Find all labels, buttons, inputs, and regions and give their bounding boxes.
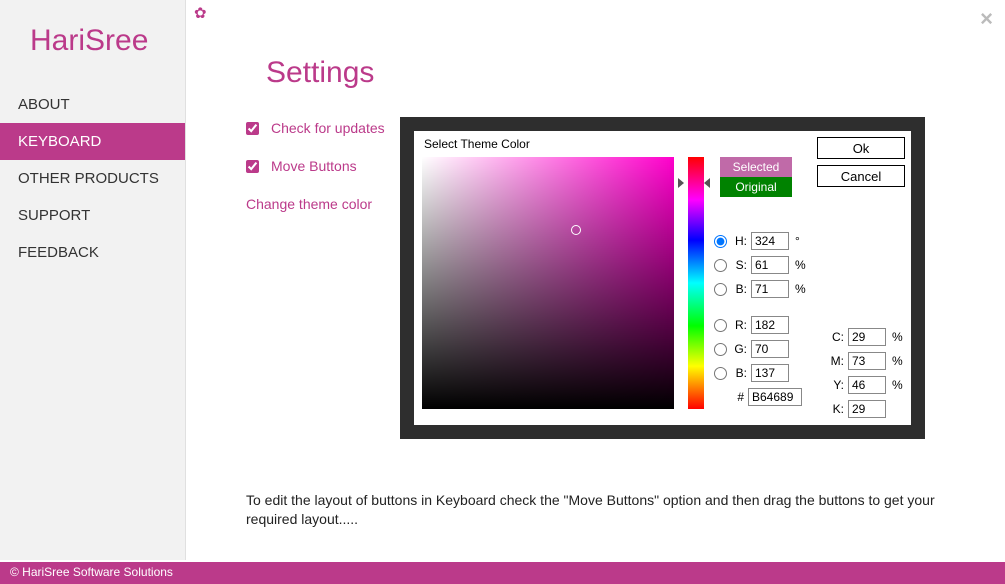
g-input[interactable]	[751, 340, 789, 358]
s-input[interactable]	[751, 256, 789, 274]
settings-title: Settings	[266, 56, 985, 90]
cmyk-fields: C: % M: % Y: % K:	[828, 327, 904, 423]
sv-cursor-icon	[571, 225, 581, 235]
hue-strip[interactable]	[688, 157, 704, 409]
g-label: G:	[731, 342, 747, 356]
y-suffix: %	[892, 378, 904, 392]
help-text: To edit the layout of buttons in Keyboar…	[246, 491, 965, 530]
app-logo: HariSree	[0, 8, 185, 86]
b-input[interactable]	[751, 280, 789, 298]
hue-pointer-left-icon	[678, 178, 684, 188]
bl-radio[interactable]	[714, 367, 727, 380]
original-swatch: Original	[720, 177, 792, 197]
nav-feedback[interactable]: FEEDBACK	[0, 234, 185, 271]
c-input[interactable]	[848, 328, 886, 346]
bl-label: B:	[731, 366, 747, 380]
nav-other-products[interactable]: OTHER PRODUCTS	[0, 160, 185, 197]
hue-pointer-right-icon	[704, 178, 710, 188]
footer: © HariSree Software Solutions	[0, 562, 1005, 584]
cancel-button[interactable]: Cancel	[817, 165, 905, 187]
h-suffix: °	[795, 234, 807, 248]
change-theme-color-link[interactable]: Change theme color	[246, 196, 372, 212]
nav-keyboard[interactable]: KEYBOARD	[0, 123, 185, 160]
saturation-value-box[interactable]	[422, 157, 674, 409]
move-buttons-checkbox[interactable]	[246, 160, 259, 173]
color-picker-dialog: Select Theme Color Selected Original Ok …	[400, 117, 925, 439]
gear-icon[interactable]: ✿	[194, 4, 207, 22]
sidebar: HariSree ABOUT KEYBOARD OTHER PRODUCTS S…	[0, 0, 186, 560]
k-input[interactable]	[848, 400, 886, 418]
h-input[interactable]	[751, 232, 789, 250]
ok-button[interactable]: Ok	[817, 137, 905, 159]
hex-label: #	[728, 390, 744, 404]
r-input[interactable]	[751, 316, 789, 334]
hsb-rgb-fields: H: ° S: % B: % R:	[714, 231, 807, 411]
check-updates-checkbox[interactable]	[246, 122, 259, 135]
b-label: B:	[731, 282, 747, 296]
s-suffix: %	[795, 258, 807, 272]
y-label: Y:	[828, 378, 844, 392]
c-suffix: %	[892, 330, 904, 344]
bl-input[interactable]	[751, 364, 789, 382]
s-radio[interactable]	[714, 259, 727, 272]
y-input[interactable]	[848, 376, 886, 394]
m-input[interactable]	[848, 352, 886, 370]
r-radio[interactable]	[714, 319, 727, 332]
c-label: C:	[828, 330, 844, 344]
hex-input[interactable]	[748, 388, 802, 406]
h-label: H:	[731, 234, 747, 248]
b-suffix: %	[795, 282, 807, 296]
b-radio[interactable]	[714, 283, 727, 296]
r-label: R:	[731, 318, 747, 332]
s-label: S:	[731, 258, 747, 272]
k-label: K:	[828, 402, 844, 416]
selected-swatch: Selected	[720, 157, 792, 177]
h-radio[interactable]	[714, 235, 727, 248]
g-radio[interactable]	[714, 343, 727, 356]
nav-about[interactable]: ABOUT	[0, 86, 185, 123]
m-label: M:	[828, 354, 844, 368]
m-suffix: %	[892, 354, 904, 368]
close-icon[interactable]: ×	[980, 6, 993, 32]
move-buttons-label: Move Buttons	[271, 158, 357, 174]
nav-support[interactable]: SUPPORT	[0, 197, 185, 234]
check-updates-label: Check for updates	[271, 120, 385, 136]
